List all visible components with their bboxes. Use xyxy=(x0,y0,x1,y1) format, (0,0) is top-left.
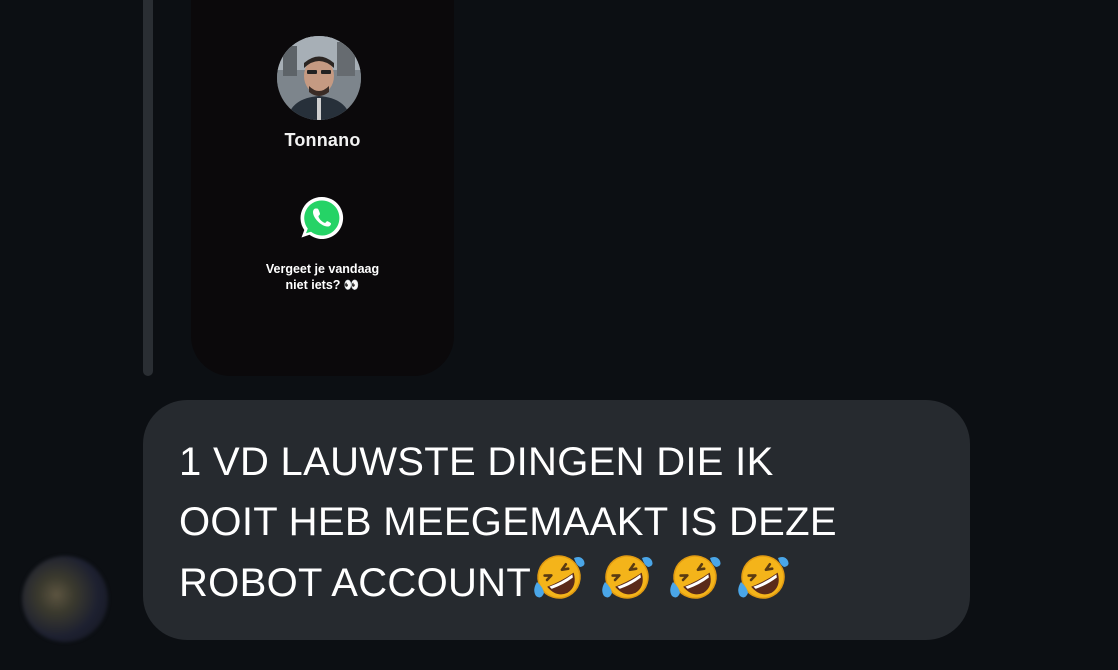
message-bubble[interactable]: 1 VD LAUWSTE DINGEN DIE IK OOIT HEB MEEG… xyxy=(143,400,970,640)
profile-name: Tonnano xyxy=(284,130,361,150)
emoji-row xyxy=(531,555,803,605)
message-line: OOIT HEB MEEGEMAAKT IS DEZE xyxy=(179,500,837,544)
message-text: 1 VD LAUWSTE DINGEN DIE IK OOIT HEB MEEG… xyxy=(179,432,940,613)
story-caption: Vergeet je vandaag niet iets? 👀 xyxy=(191,261,454,293)
message-line: 1 VD LAUWSTE DINGEN DIE IK xyxy=(179,440,774,484)
reply-thread-line xyxy=(143,0,153,376)
message-line: ROBOT ACCOUNT xyxy=(179,561,532,605)
story-preview-card[interactable]: Tonnano Vergeet je vandaag niet iets? 👀 xyxy=(191,0,454,376)
story-caption-line: Vergeet je vandaag xyxy=(265,262,380,276)
whatsapp-icon xyxy=(298,194,346,242)
rofl-emoji-icon xyxy=(667,552,723,602)
rofl-emoji-icon xyxy=(735,552,791,602)
message-line-with-emoji: ROBOT ACCOUNT xyxy=(179,552,940,613)
profile-avatar xyxy=(277,36,361,120)
rofl-emoji-icon xyxy=(531,552,587,602)
rofl-emoji-icon xyxy=(599,552,655,602)
chat-thread: Tonnano Vergeet je vandaag niet iets? 👀 … xyxy=(0,0,1118,670)
sender-avatar[interactable] xyxy=(22,556,108,642)
story-caption-line: niet iets? 👀 xyxy=(285,278,360,292)
